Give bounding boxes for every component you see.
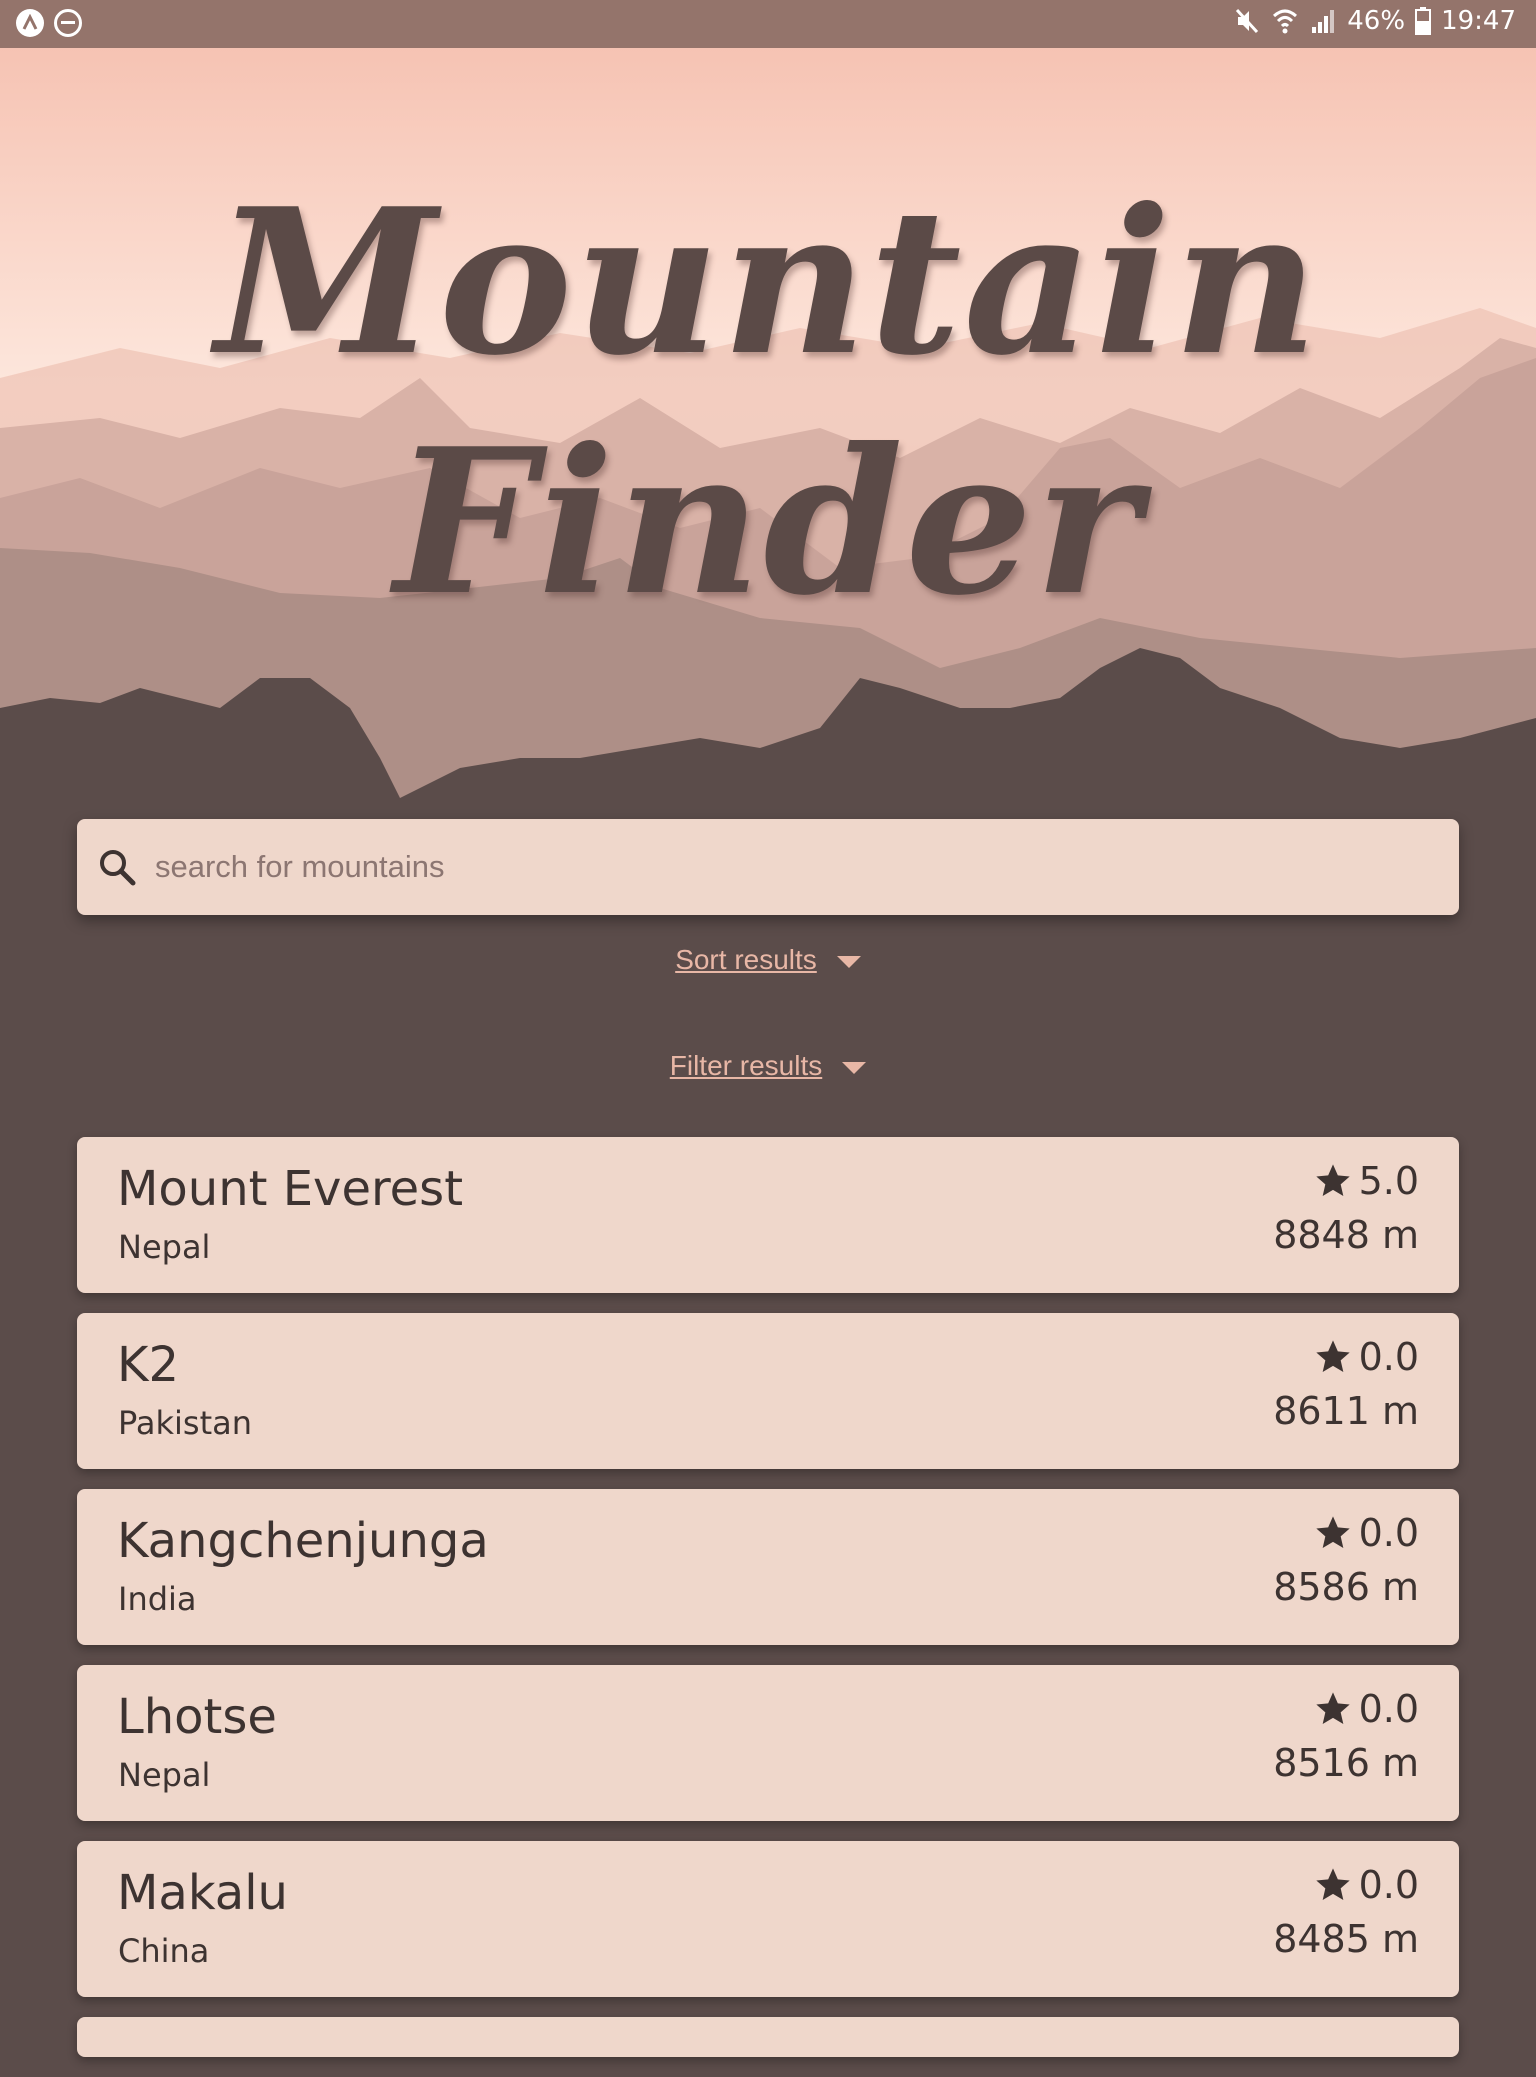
rating-value: 0.0: [1358, 1335, 1419, 1379]
mountain-country: India: [118, 1580, 197, 1618]
mountain-country: Nepal: [118, 1756, 211, 1794]
mountain-height: 8586 m: [1273, 1565, 1419, 1609]
app-title: Mountain Finder: [215, 165, 1321, 640]
mountain-height: 8516 m: [1273, 1741, 1419, 1785]
mountain-rating: 0.0: [1313, 1685, 1419, 1733]
results-list: Mount Everest Nepal 5.0 8848 m K2 Pakistan 0.0…: [77, 1137, 1459, 2077]
star-icon: [1315, 1164, 1350, 1196]
search-icon: [100, 850, 136, 886]
rating-value: 5.0: [1358, 1159, 1419, 1203]
mountain-rating: 0.0: [1313, 1509, 1419, 1557]
mountain-name: Lhotse: [117, 1689, 277, 1745]
mountain-card[interactable]: [77, 2017, 1459, 2057]
mountain-card[interactable]: Kangchenjunga India 0.0 8586 m: [77, 1489, 1459, 1645]
mountain-card[interactable]: Lhotse Nepal 0.0 8516 m: [77, 1665, 1459, 1821]
rating-value: 0.0: [1358, 1863, 1419, 1907]
star-icon: [1315, 1340, 1350, 1372]
sort-results-toggle[interactable]: Sort results: [0, 944, 1536, 976]
signal-icon: [1312, 10, 1335, 33]
star-icon: [1315, 1692, 1350, 1724]
mountain-name: K2: [117, 1337, 180, 1393]
star-icon: [1315, 1868, 1350, 1900]
mountain-height: 8848 m: [1273, 1213, 1419, 1257]
do-not-disturb-icon: [54, 9, 82, 37]
chevron-down-icon: [836, 955, 861, 968]
mountain-card[interactable]: Makalu China 0.0 8485 m: [77, 1841, 1459, 1997]
mountain-card[interactable]: K2 Pakistan 0.0 8611 m: [77, 1313, 1459, 1469]
search-bar[interactable]: [77, 819, 1459, 915]
mountain-rating: 5.0: [1313, 1157, 1419, 1205]
mountain-country: Pakistan: [118, 1404, 252, 1442]
mountain-card[interactable]: Mount Everest Nepal 5.0 8848 m: [77, 1137, 1459, 1293]
mountain-name: Mount Everest: [117, 1161, 464, 1217]
mountain-country: Nepal: [118, 1228, 211, 1266]
mountain-height: 8485 m: [1273, 1917, 1419, 1961]
mountain-country: China: [118, 1932, 210, 1970]
battery-icon: [1415, 7, 1432, 35]
mountain-height: 8611 m: [1273, 1389, 1419, 1433]
star-icon: [1315, 1516, 1350, 1548]
app-icon: [16, 9, 44, 37]
hero-banner: Mountain Finder: [0, 48, 1536, 828]
rating-value: 0.0: [1358, 1511, 1419, 1555]
mute-icon: [1236, 8, 1259, 34]
status-bar: 46% 19:47: [0, 0, 1536, 48]
chevron-down-icon: [842, 1061, 867, 1074]
mountain-rating: 0.0: [1313, 1861, 1419, 1909]
wifi-icon: [1273, 9, 1298, 34]
mountain-name: Kangchenjunga: [117, 1513, 489, 1569]
rating-value: 0.0: [1358, 1687, 1419, 1731]
battery-percent: 46%: [1347, 6, 1406, 36]
clock: 19:47: [1441, 6, 1516, 36]
search-input[interactable]: [153, 836, 1437, 898]
mountain-rating: 0.0: [1313, 1333, 1419, 1381]
mountain-name: Makalu: [117, 1865, 288, 1921]
sort-results-link[interactable]: Sort results: [675, 944, 817, 975]
filter-results-link[interactable]: Filter results: [670, 1050, 822, 1081]
filter-results-toggle[interactable]: Filter results: [0, 1050, 1536, 1082]
